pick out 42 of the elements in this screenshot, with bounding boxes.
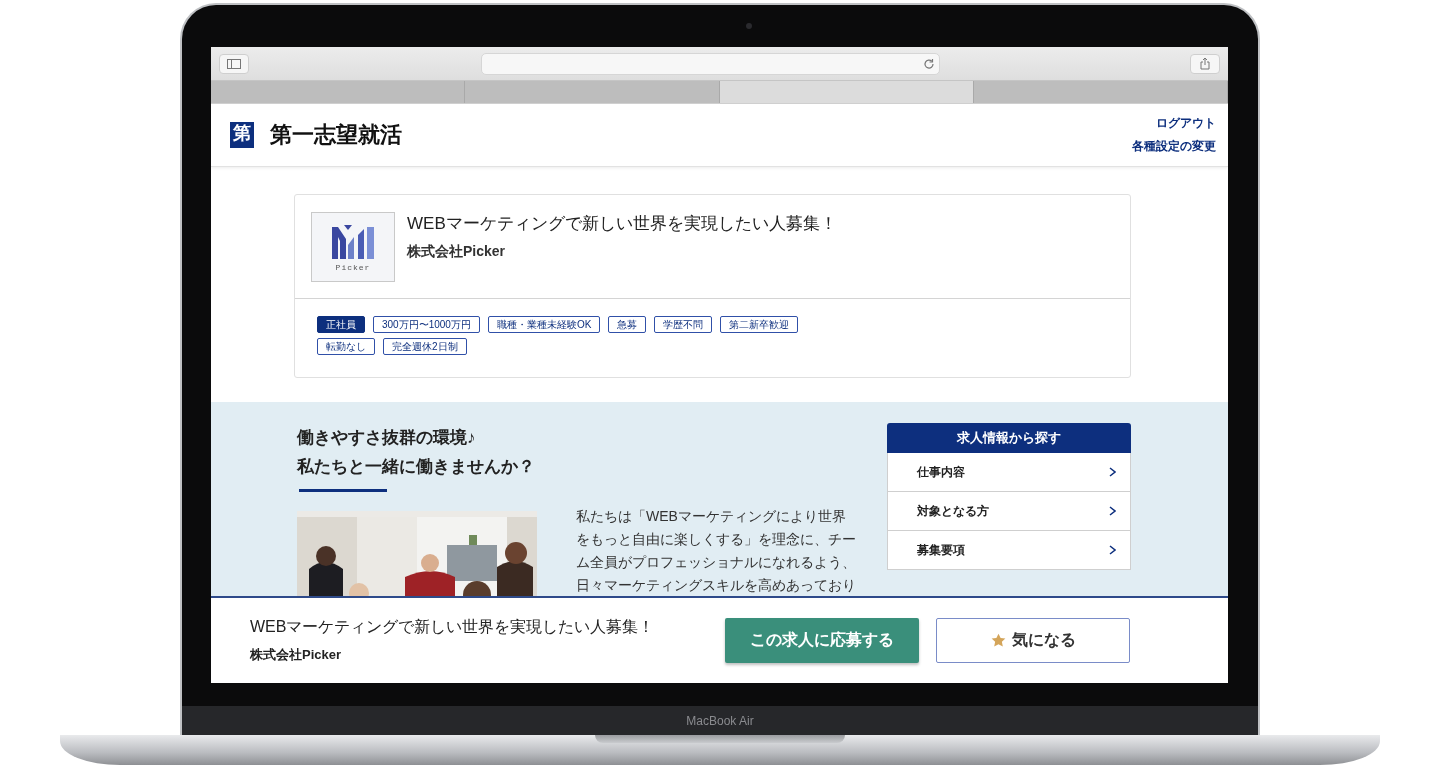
sidebar-icon [227, 58, 241, 69]
job-tag: 学歴不問 [654, 316, 713, 333]
job-title: WEBマーケティングで新しい世界を実現したい人募集！ [250, 617, 656, 637]
reload-icon[interactable] [923, 57, 935, 70]
job-title[interactable]: WEBマーケティングで新しい世界を実現したい人募集！ [407, 212, 837, 235]
section-heading: 働きやすさ抜群の環境♪ [297, 427, 477, 449]
menu-item[interactable]: 募集要項 [886, 531, 1131, 570]
header-link[interactable]: 各種設定の変更 [1132, 138, 1216, 155]
job-tag: 第二新卒歓迎 [720, 316, 799, 333]
browser-tab[interactable] [719, 81, 974, 103]
chevron-icon [1109, 545, 1116, 555]
device-label: MacBook Air [686, 713, 754, 728]
company-name: 株式会社Picker [250, 646, 343, 664]
browser-tab[interactable] [211, 81, 466, 103]
chevron-icon [1109, 467, 1116, 477]
job-tag: 急募 [608, 316, 647, 333]
apply-button[interactable]: この求人に応募する [725, 618, 919, 663]
section-heading: 私たちと一緒に働きませんか？ [297, 456, 536, 478]
share-button[interactable] [1190, 53, 1220, 74]
menu-item[interactable]: 対象となる方 [886, 492, 1131, 531]
site-logo[interactable]: 第 [230, 122, 254, 148]
camera-icon [746, 23, 752, 29]
chevron-icon [1109, 506, 1116, 516]
job-tag: 完全週休2日制 [383, 338, 467, 355]
intro-paragraph: 私たちは「WEBマーケティングにより世界 をもっと自由に楽しくする」を理念に、チー ム全員がプロフェッショナルになれるよう、 日々マーケティングスキルを高めあっており [576, 507, 856, 595]
header-link[interactable]: ログアウト [1156, 115, 1216, 132]
menu-title: 求人情報から探す [886, 423, 1131, 453]
company-logo: Picker [311, 212, 395, 282]
browser-tab[interactable] [973, 81, 1228, 103]
company-name: 株式会社Picker [407, 243, 507, 261]
share-icon [1200, 57, 1210, 70]
sidebar-button[interactable] [219, 53, 249, 74]
job-tag: 職種・業種未経験OK [487, 316, 601, 333]
browser-tab[interactable] [465, 81, 720, 103]
star-icon [990, 633, 1006, 648]
job-tag: 転勤なし [317, 338, 375, 355]
site-name[interactable]: 第一志望就活 [270, 120, 402, 150]
job-tag: 正社員 [317, 316, 365, 333]
favorite-button[interactable]: 気になる [936, 618, 1130, 663]
menu-item[interactable]: 仕事内容 [886, 453, 1131, 492]
job-tag: 300万円〜1000万円 [373, 316, 480, 333]
address-field[interactable] [481, 52, 940, 75]
